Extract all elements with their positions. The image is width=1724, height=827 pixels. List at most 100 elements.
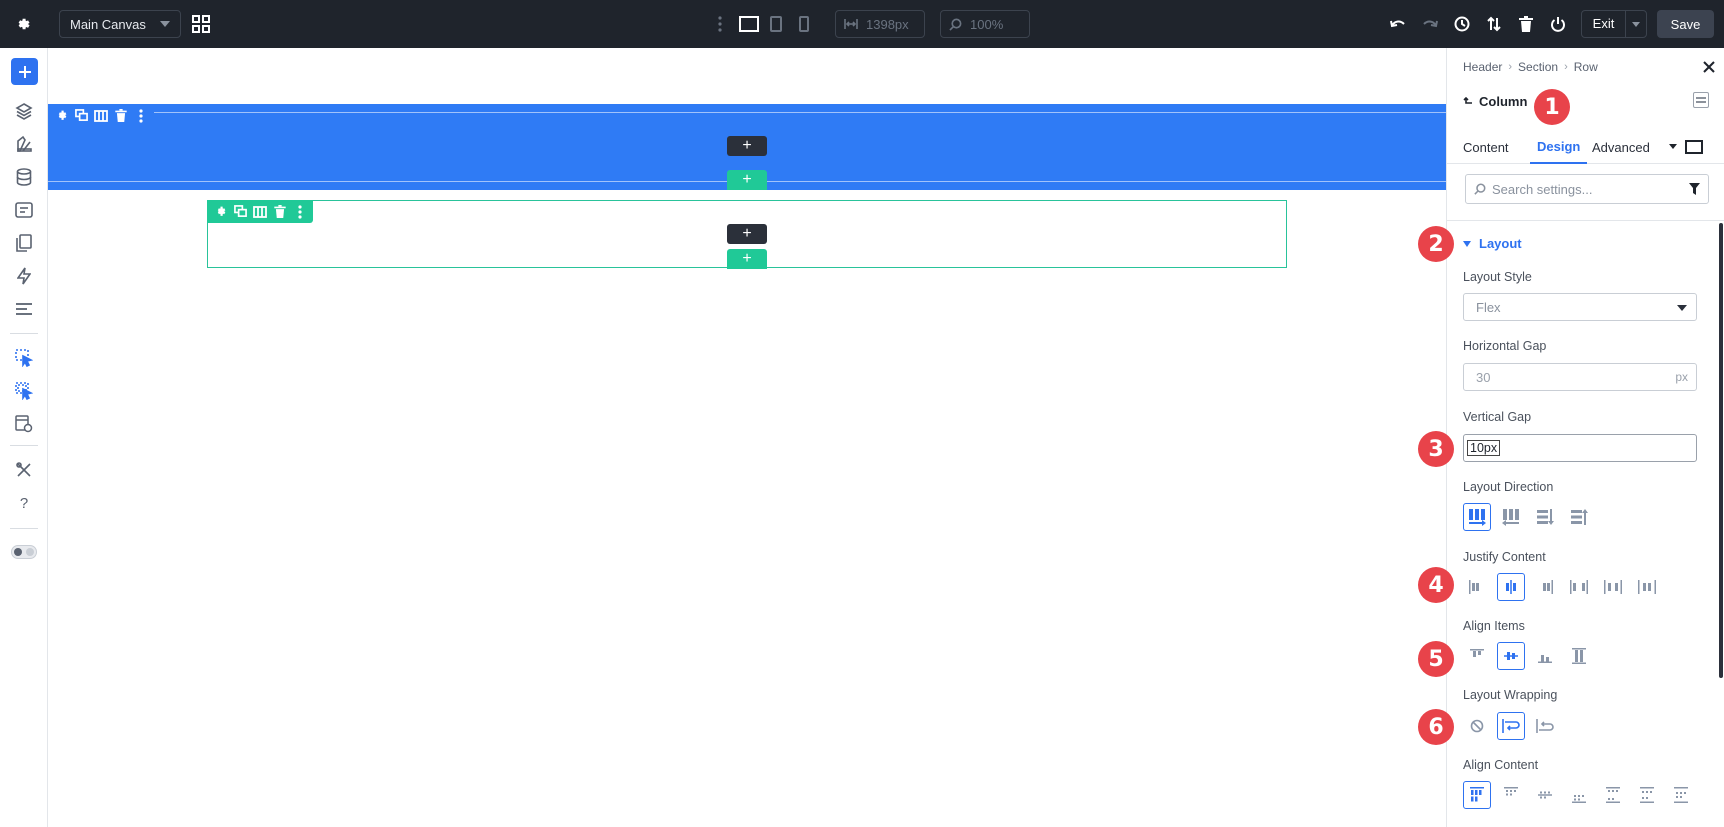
layout-style-select[interactable]: Flex — [1463, 293, 1697, 321]
align-content-space-evenly-icon[interactable] — [1667, 781, 1695, 809]
direction-row-icon[interactable] — [1463, 503, 1491, 531]
wrap-icon[interactable] — [1497, 712, 1525, 740]
multi-select-icon[interactable] — [11, 378, 37, 404]
layout-wrapping-label: Layout Wrapping — [1463, 688, 1558, 702]
canvas-width-field[interactable]: 1398px — [835, 10, 925, 38]
layout-style-label: Layout Style — [1463, 270, 1532, 284]
element-title-label: Column — [1479, 94, 1528, 109]
sort-arrows-icon[interactable] — [1484, 14, 1504, 34]
align-center-icon[interactable] — [1497, 642, 1525, 670]
section-duplicate-icon[interactable] — [73, 108, 89, 124]
direction-column-reverse-icon[interactable] — [1565, 503, 1593, 531]
panel-options-icon[interactable] — [1693, 92, 1709, 108]
desktop-view-icon[interactable] — [738, 14, 760, 34]
undo-icon[interactable] — [1388, 14, 1408, 34]
click-select-icon[interactable] — [11, 345, 37, 371]
align-content-end-icon[interactable] — [1565, 781, 1593, 809]
width-arrows-icon — [844, 18, 858, 30]
add-row-plus-button[interactable]: + — [727, 170, 767, 190]
canvas-select[interactable]: Main Canvas — [59, 10, 181, 38]
grid-view-icon[interactable] — [190, 13, 212, 35]
layout-group-toggle[interactable]: Layout — [1463, 236, 1522, 251]
power-icon[interactable] — [1548, 14, 1568, 34]
list-settings-icon[interactable] — [11, 296, 37, 322]
back-arrow-icon[interactable] — [1463, 96, 1473, 107]
builder-canvas[interactable]: + + + + — [48, 48, 1446, 827]
justify-space-between-icon[interactable] — [1565, 573, 1593, 601]
history-clock-icon[interactable] — [1452, 14, 1472, 34]
tab-content[interactable]: Content — [1463, 130, 1509, 164]
design-library-icon[interactable] — [11, 131, 37, 157]
toggle-switch-icon[interactable] — [11, 539, 37, 565]
justify-end-icon[interactable] — [1531, 573, 1559, 601]
row-trash-icon[interactable] — [272, 204, 288, 220]
add-module-plus-button-row[interactable]: + — [727, 224, 767, 244]
add-row-plus-button-row[interactable]: + — [727, 249, 767, 269]
wrap-reverse-icon[interactable] — [1531, 712, 1559, 740]
panel-scrollbar[interactable] — [1719, 223, 1723, 678]
tabs-dropdown-chevron-icon[interactable] — [1669, 144, 1677, 149]
breadcrumb-item[interactable]: Row — [1574, 60, 1598, 74]
direction-column-icon[interactable] — [1531, 503, 1559, 531]
tools-icon[interactable] — [11, 457, 37, 483]
trash-icon[interactable] — [1516, 14, 1536, 34]
search-input[interactable] — [1492, 181, 1672, 197]
tablet-view-icon[interactable] — [768, 14, 784, 34]
align-content-stretch-icon[interactable] — [1463, 781, 1491, 809]
justify-start-icon[interactable] — [1463, 573, 1491, 601]
justify-space-around-icon[interactable] — [1599, 573, 1627, 601]
direction-row-reverse-icon[interactable] — [1497, 503, 1525, 531]
row-columns-icon[interactable] — [252, 204, 268, 220]
page-settings-icon[interactable] — [11, 411, 37, 437]
no-wrap-icon[interactable] — [1463, 712, 1491, 740]
lightning-icon[interactable] — [11, 263, 37, 289]
settings-gear-icon[interactable] — [14, 14, 34, 34]
align-content-center-icon[interactable] — [1531, 781, 1559, 809]
add-module-button[interactable] — [11, 58, 38, 85]
vertical-gap-value[interactable]: 10px — [1467, 440, 1501, 456]
add-module-plus-button[interactable]: + — [727, 136, 767, 156]
row-more-icon[interactable] — [292, 204, 308, 220]
filter-icon[interactable] — [1689, 183, 1700, 195]
align-content-start-icon[interactable] — [1497, 781, 1525, 809]
section-columns-icon[interactable] — [93, 108, 109, 124]
database-icon[interactable] — [11, 164, 37, 190]
help-icon[interactable]: ? — [11, 490, 37, 516]
settings-search-field[interactable] — [1465, 174, 1709, 204]
save-button[interactable]: Save — [1657, 10, 1714, 38]
breadcrumb-item[interactable]: Header — [1463, 60, 1502, 74]
exit-dropdown-chevron-icon[interactable] — [1626, 21, 1646, 27]
align-end-icon[interactable] — [1531, 642, 1559, 670]
more-vertical-icon[interactable] — [714, 14, 726, 34]
align-content-space-between-icon[interactable] — [1599, 781, 1627, 809]
align-content-space-around-icon[interactable] — [1633, 781, 1661, 809]
justify-space-evenly-icon[interactable] — [1633, 573, 1661, 601]
justify-center-icon[interactable] — [1497, 573, 1525, 601]
tab-advanced[interactable]: Advanced — [1592, 130, 1650, 164]
pages-icon[interactable] — [11, 230, 37, 256]
horizontal-gap-unit[interactable]: px — [1675, 370, 1688, 384]
layers-icon[interactable] — [11, 98, 37, 124]
breadcrumb-item[interactable]: Section — [1518, 60, 1558, 74]
align-start-icon[interactable] — [1463, 642, 1491, 670]
vertical-gap-input[interactable]: 10px — [1463, 434, 1697, 462]
zoom-field[interactable]: 100% — [940, 10, 1030, 38]
annotation-badge-6: 6 — [1418, 709, 1454, 745]
form-icon[interactable] — [11, 197, 37, 223]
align-stretch-icon[interactable] — [1565, 642, 1593, 670]
exit-button[interactable]: Exit — [1581, 10, 1647, 38]
row-duplicate-icon[interactable] — [232, 204, 248, 220]
desktop-preview-icon[interactable] — [1685, 140, 1703, 154]
tab-design[interactable]: Design — [1530, 130, 1588, 164]
section-more-icon[interactable] — [133, 108, 149, 124]
close-icon[interactable] — [1702, 60, 1718, 76]
search-icon — [1474, 183, 1486, 195]
section-settings-gear-icon[interactable] — [53, 108, 69, 124]
section-trash-icon[interactable] — [113, 108, 129, 124]
annotation-badge-4: 4 — [1418, 567, 1454, 603]
redo-icon[interactable] — [1420, 14, 1440, 34]
element-title: Column — [1463, 94, 1527, 109]
row-settings-gear-icon[interactable] — [212, 204, 228, 220]
horizontal-gap-input[interactable]: 30 px — [1463, 363, 1697, 391]
phone-view-icon[interactable] — [796, 14, 812, 34]
